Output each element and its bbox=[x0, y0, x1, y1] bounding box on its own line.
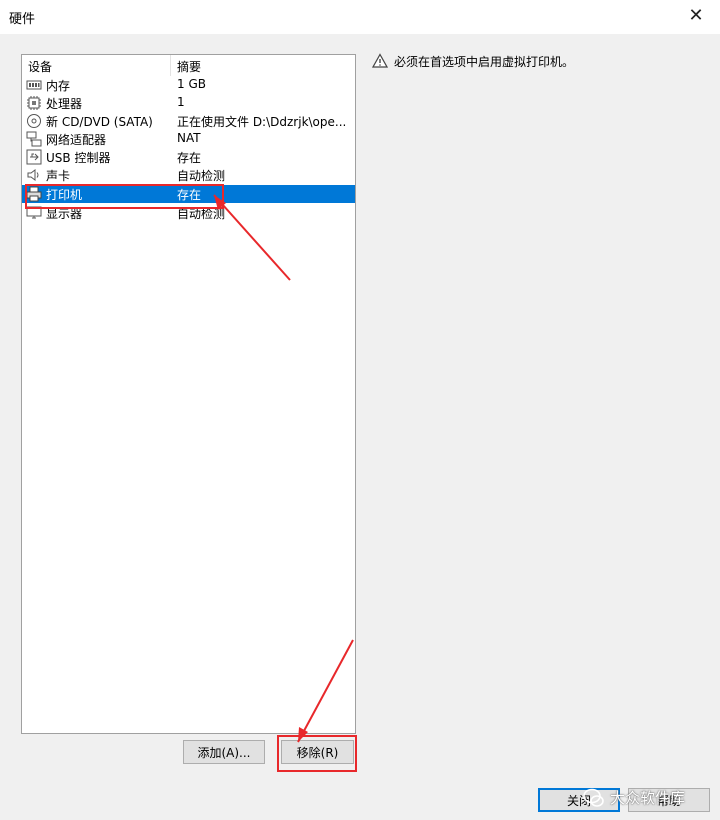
speaker-icon bbox=[26, 167, 42, 183]
device-name: 处理器 bbox=[46, 97, 83, 111]
title-bar: 硬件 ✕ bbox=[0, 0, 720, 34]
device-name: 声卡 bbox=[46, 169, 71, 183]
column-header-summary[interactable]: 摘要 bbox=[177, 58, 201, 74]
device-row-memory[interactable]: 内存 1 GB bbox=[22, 76, 355, 94]
add-button[interactable]: 添加(A)... bbox=[183, 740, 265, 764]
device-row-usb-controller[interactable]: USB 控制器 存在 bbox=[22, 148, 355, 166]
device-name: 新 CD/DVD (SATA) bbox=[46, 115, 153, 129]
cpu-icon bbox=[26, 95, 42, 111]
close-button[interactable]: 关闭 bbox=[538, 788, 620, 812]
network-adapter-icon bbox=[26, 131, 42, 147]
column-header-device[interactable]: 设备 bbox=[28, 58, 52, 74]
device-summary: 自动检测 bbox=[177, 169, 226, 183]
device-summary: 正在使用文件 D:\Ddzrjk\ope... bbox=[177, 115, 347, 129]
device-summary: 存在 bbox=[177, 151, 202, 165]
column-divider[interactable] bbox=[170, 55, 171, 76]
watermark-text: 大众软件库 bbox=[610, 789, 686, 807]
window-title: 硬件 bbox=[9, 12, 36, 27]
warning-icon bbox=[371, 53, 389, 69]
device-name: USB 控制器 bbox=[46, 151, 111, 165]
device-row-processor[interactable]: 处理器 1 bbox=[22, 94, 355, 112]
memory-icon bbox=[26, 77, 42, 93]
device-list[interactable]: 设备 摘要 内存 1 GB 处理器 1 新 CD/DVD (SATA) 正在使用… bbox=[21, 54, 356, 734]
usb-icon bbox=[26, 149, 42, 165]
device-row-cd-dvd[interactable]: 新 CD/DVD (SATA) 正在使用文件 D:\Ddzrjk\ope... bbox=[22, 112, 355, 130]
device-name: 内存 bbox=[46, 79, 71, 93]
wechat-logo-icon bbox=[582, 786, 606, 810]
device-name: 网络适配器 bbox=[46, 133, 107, 147]
device-summary: 1 GB bbox=[177, 77, 206, 91]
device-summary: 1 bbox=[177, 95, 185, 109]
device-summary: NAT bbox=[177, 131, 201, 145]
info-message-text: 必须在首选项中启用虚拟打印机。 bbox=[394, 55, 575, 69]
device-row-sound-card[interactable]: 声卡 自动检测 bbox=[22, 166, 355, 184]
annotation-box-remove-button bbox=[277, 735, 357, 772]
device-row-network-adapter[interactable]: 网络适配器 NAT bbox=[22, 130, 355, 148]
cd-dvd-icon bbox=[26, 113, 42, 129]
close-window-icon[interactable]: ✕ bbox=[686, 6, 706, 26]
annotation-box-printer-row bbox=[25, 184, 224, 209]
